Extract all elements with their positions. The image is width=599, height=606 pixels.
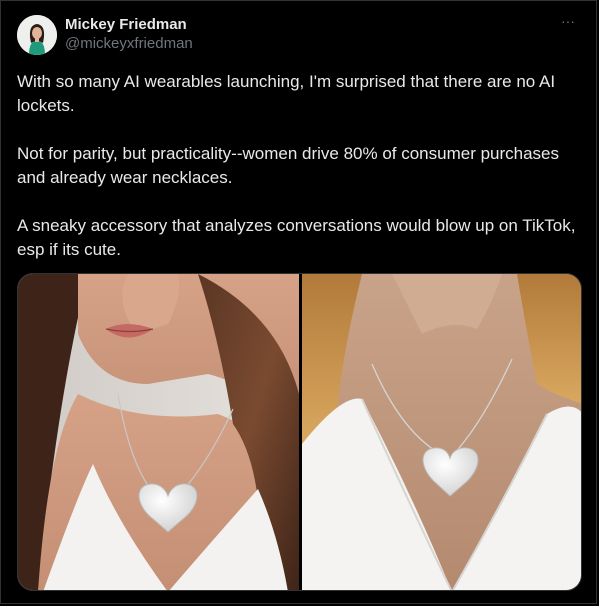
tweet-paragraph: A sneaky accessory that analyzes convers… (17, 216, 576, 259)
locket-portrait-image (18, 274, 299, 590)
more-options-icon[interactable]: ··· (558, 14, 578, 34)
author-handle[interactable]: @mickeyxfriedman (65, 34, 193, 54)
tweet-paragraph: Not for parity, but practicality--women … (17, 144, 560, 187)
tweet-card[interactable]: Mickey Friedman @mickeyxfriedman ··· Wit… (0, 0, 597, 604)
tweet-header: Mickey Friedman @mickeyxfriedman ··· (17, 14, 580, 57)
author-info: Mickey Friedman @mickeyxfriedman (65, 16, 193, 54)
tweet-text: With so many AI wearables launching, I'm… (17, 70, 582, 262)
media-grid (17, 273, 582, 591)
media-photo-2[interactable] (302, 274, 581, 590)
tweet-paragraph: With so many AI wearables launching, I'm… (17, 72, 556, 115)
avatar-photo-icon (17, 15, 57, 55)
locket-closeup-image (302, 274, 581, 590)
author-display-name[interactable]: Mickey Friedman (65, 16, 193, 34)
media-photo-1[interactable] (18, 274, 299, 590)
avatar[interactable] (17, 15, 57, 55)
